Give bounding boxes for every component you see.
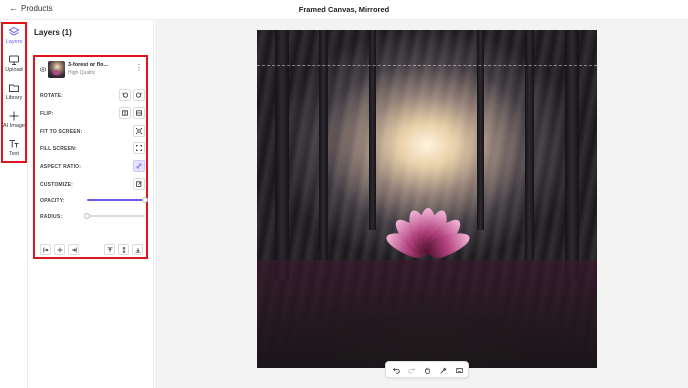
image-guide-line — [257, 65, 597, 66]
rotate-right-button[interactable] — [133, 89, 145, 101]
align-center-horizontal-button[interactable] — [54, 244, 65, 255]
rail-item-text[interactable]: Text — [0, 138, 28, 157]
eyedropper-icon — [440, 367, 447, 374]
undo-icon — [393, 367, 400, 374]
layer-thumbnail — [48, 61, 65, 78]
rail-item-label: Layers — [5, 39, 23, 45]
flip-label: FLIP: — [40, 111, 54, 117]
opacity-slider[interactable] — [87, 197, 148, 203]
more-options-icon[interactable]: ⋮ — [135, 64, 143, 72]
opacity-label: OPACITY: — [40, 198, 65, 204]
folder-icon — [9, 84, 19, 92]
redo-icon — [408, 367, 415, 374]
align-left-button[interactable] — [40, 244, 51, 255]
rail-item-library[interactable]: Library — [0, 82, 28, 101]
opacity-slider-knob[interactable] — [142, 197, 148, 203]
canvas-toolbar — [385, 361, 469, 378]
rail-item-label: Library — [5, 95, 23, 101]
align-right-button[interactable] — [68, 244, 79, 255]
align-right-icon — [72, 247, 77, 253]
radius-label: RADIUS: — [40, 214, 63, 220]
flip-row: FLIP: — [40, 107, 145, 121]
aspect-ratio-row: ASPECT RATIO: — [40, 160, 145, 174]
rotate-label: ROTATE: — [40, 93, 63, 99]
keyboard-shortcuts-button[interactable] — [453, 364, 466, 376]
link-icon — [136, 163, 142, 169]
rotate-left-icon — [122, 92, 128, 98]
fit-to-screen-row: FIT TO SCREEN: — [40, 125, 145, 139]
rail-item-upload[interactable]: Upload — [0, 54, 28, 73]
image-mirrored-lower-half — [257, 260, 597, 368]
undo-button[interactable] — [390, 364, 403, 376]
page-title: Framed Canvas, Mirrored — [298, 5, 390, 14]
align-bottom-button[interactable] — [132, 244, 143, 255]
app-window: ← Products Framed Canvas, Mirrored Layer… — [0, 0, 688, 388]
opacity-slider-fill — [87, 199, 145, 201]
fill-screen-label: FILL SCREEN: — [40, 146, 77, 152]
eyedropper-button[interactable] — [437, 364, 450, 376]
layers-panel: Layers (1) 3-forest or flo... High Quali… — [28, 20, 154, 388]
align-bottom-icon — [135, 248, 141, 253]
text-icon — [9, 140, 19, 148]
radius-row: RADIUS: — [40, 210, 145, 224]
customize-label: CUSTOMIZE: — [40, 182, 74, 188]
canvas-area[interactable] — [155, 20, 688, 388]
image-flower — [383, 207, 473, 262]
rotate-left-button[interactable] — [119, 89, 131, 101]
aspect-ratio-label: ASPECT RATIO: — [40, 164, 82, 170]
align-top-icon — [107, 247, 113, 252]
layer-name: 3-forest or flo... — [68, 62, 109, 68]
hand-icon — [425, 367, 430, 374]
layer-header[interactable]: 3-forest or flo... High Quality ⋮ — [40, 61, 143, 81]
aspect-ratio-lock-button[interactable] — [133, 160, 145, 172]
rotate-row: ROTATE: — [40, 89, 145, 103]
upload-icon — [9, 55, 19, 65]
pan-button[interactable] — [421, 364, 434, 376]
layer-card: 3-forest or flo... High Quality ⋮ ROTATE… — [33, 55, 148, 259]
fit-screen-icon — [136, 128, 142, 134]
keyboard-icon — [456, 368, 463, 373]
customize-row: CUSTOMIZE: — [40, 178, 145, 192]
align-center-horizontal-icon — [57, 247, 63, 253]
flip-horizontal-icon — [122, 110, 128, 116]
radius-slider-knob[interactable] — [84, 213, 90, 219]
radius-slider[interactable] — [84, 213, 145, 219]
top-bar: ← Products Framed Canvas, Mirrored — [0, 0, 688, 20]
fill-screen-button[interactable] — [133, 142, 145, 154]
align-left-icon — [43, 247, 49, 253]
align-center-vertical-button[interactable] — [118, 244, 129, 255]
rail-item-ai-image[interactable]: AI Image — [0, 110, 28, 129]
alignment-row — [40, 244, 143, 256]
redo-button[interactable] — [405, 364, 418, 376]
customize-button[interactable] — [133, 178, 145, 190]
rail-item-label: Upload — [5, 67, 23, 73]
rail-item-label: AI Image — [2, 123, 25, 129]
fit-to-screen-label: FIT TO SCREEN: — [40, 129, 83, 135]
edit-icon — [136, 181, 142, 187]
left-tool-rail: Layers Upload Library AI Image Text — [0, 20, 28, 388]
rail-item-label: Text — [8, 151, 20, 157]
flip-vertical-icon — [136, 110, 142, 116]
align-center-vertical-icon — [122, 247, 126, 253]
flip-horizontal-button[interactable] — [119, 107, 131, 119]
align-top-button[interactable] — [104, 244, 115, 255]
layer-quality: High Quality — [68, 70, 96, 76]
expand-icon — [136, 145, 142, 151]
layers-icon — [8, 26, 20, 36]
canvas-image[interactable] — [257, 30, 597, 368]
fit-to-screen-button[interactable] — [133, 125, 145, 137]
fill-screen-row: FILL SCREEN: — [40, 142, 145, 156]
opacity-row: OPACITY: — [40, 194, 148, 208]
sparkle-icon — [9, 111, 19, 121]
rotate-right-icon — [136, 92, 142, 98]
eye-icon[interactable] — [40, 67, 46, 72]
panel-title: Layers (1) — [34, 28, 72, 37]
rail-item-layers[interactable]: Layers — [0, 26, 28, 45]
flip-vertical-button[interactable] — [133, 107, 145, 119]
